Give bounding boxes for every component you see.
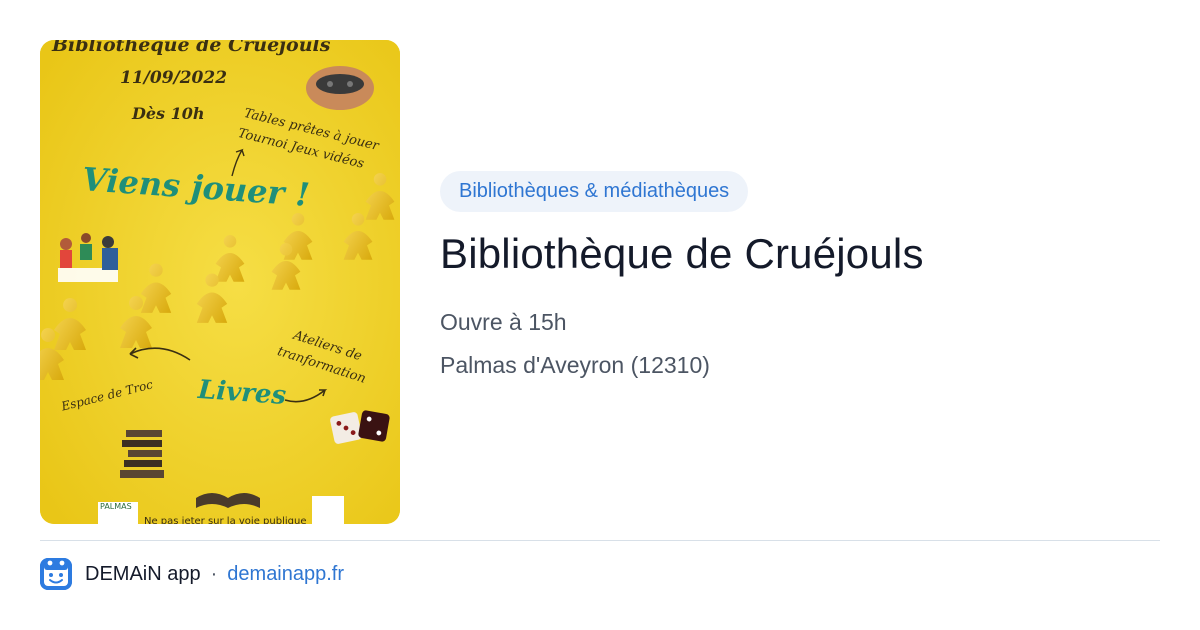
poster-hour-text: Dès 10h [132, 104, 205, 123]
poster-date-text: 11/09/2022 [120, 68, 228, 88]
poster-title-text: Bibliothèque de Cruéjouls [52, 40, 331, 56]
poster-footer-text: Ne pas jeter sur la voie publique [144, 516, 307, 524]
event-poster-image[interactable]: Bibliothèque de Cruéjouls 11/09/2022 Dès… [40, 40, 400, 524]
app-name: DEMAiN app [85, 562, 201, 585]
footer: DEMAiN app · demainapp.fr [40, 558, 344, 590]
app-domain-link[interactable]: demainapp.fr [227, 563, 344, 586]
app-logo-icon [40, 558, 72, 590]
opening-hours-text: Ouvre à 15h [440, 309, 567, 335]
separator-dot: · [210, 562, 218, 585]
poster-illustration [40, 40, 400, 524]
footer-divider [40, 540, 1160, 541]
share-card[interactable]: Bibliothèque de Cruéjouls 11/09/2022 Dès… [0, 0, 1200, 630]
poster-books-text: Livres [197, 374, 288, 412]
place-title[interactable]: Bibliothèque de Cruéjouls [440, 230, 924, 278]
category-chip[interactable]: Bibliothèques & médiathèques [440, 171, 749, 212]
poster-logo-text: PALMAS [100, 502, 132, 511]
location-text: Palmas d'Aveyron (12310) [440, 352, 710, 378]
